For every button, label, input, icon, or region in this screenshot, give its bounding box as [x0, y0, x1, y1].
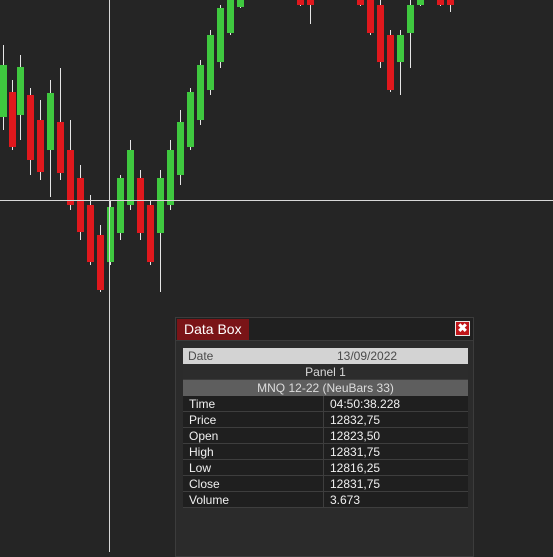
field-row-open: Open 12823,50: [183, 428, 468, 444]
date-label: Date: [188, 349, 214, 363]
field-row-price: Price 12832,75: [183, 412, 468, 428]
candle-down: [77, 178, 84, 232]
candle-down: [387, 35, 394, 90]
candle-down: [137, 178, 144, 233]
candle-up: [397, 35, 404, 62]
field-row-low: Low 12816,25: [183, 460, 468, 476]
field-label: Open: [183, 428, 324, 443]
candle-up: [197, 65, 204, 120]
panel-label: Panel 1: [305, 365, 346, 379]
field-row-close: Close 12831,75: [183, 476, 468, 492]
candle-up: [167, 150, 174, 205]
close-icon[interactable]: ✖: [455, 321, 470, 336]
candle-down: [37, 120, 44, 172]
data-box-header[interactable]: Data Box ✖: [176, 318, 473, 341]
candle-up: [417, 0, 424, 5]
candle-up: [207, 35, 214, 90]
field-value: 04:50:38.228: [330, 397, 401, 411]
candle-up: [127, 150, 134, 205]
candle-up: [217, 8, 224, 62]
data-box-title[interactable]: Data Box: [177, 319, 249, 340]
candle-down: [357, 0, 364, 5]
field-row-time: Time 04:50:38.228: [183, 396, 468, 412]
field-value: 12823,50: [330, 429, 381, 443]
candle-down: [367, 0, 374, 33]
candle-down: [307, 0, 314, 5]
crosshair-horizontal: [0, 200, 553, 201]
candle-down: [377, 5, 384, 62]
candle-up: [187, 92, 194, 147]
field-label: Low: [183, 460, 324, 475]
candle-up: [17, 67, 24, 115]
field-row-volume: Volume 3.673: [183, 492, 468, 508]
candle-down: [97, 235, 104, 290]
series-row: MNQ 12-22 (NeuBars 33): [183, 380, 468, 396]
field-row-high: High 12831,75: [183, 444, 468, 460]
date-row: Date 13/09/2022: [183, 348, 468, 364]
field-value: 12816,25: [330, 461, 381, 475]
field-value: 12832,75: [330, 413, 381, 427]
field-label: Volume: [183, 492, 324, 507]
candle-up: [47, 93, 54, 150]
field-value: 12831,75: [330, 445, 381, 459]
candle-down: [57, 122, 64, 173]
crosshair-vertical: [109, 0, 110, 552]
field-value: 12831,75: [330, 477, 381, 491]
candle-up: [117, 178, 124, 233]
candle-down: [27, 95, 34, 160]
candle-down: [437, 0, 444, 5]
candle-up: [157, 178, 164, 233]
data-box-table: Date 13/09/2022 Panel 1 MNQ 12-22 (NeuBa…: [183, 348, 468, 508]
candle-up: [177, 122, 184, 175]
date-value: 13/09/2022: [337, 349, 398, 363]
series-label: MNQ 12-22 (NeuBars 33): [257, 381, 394, 395]
field-label: Time: [183, 396, 324, 411]
field-label: High: [183, 444, 324, 459]
field-label: Close: [183, 476, 324, 491]
candle-down: [67, 150, 74, 205]
candle-down: [9, 92, 16, 147]
candle-up: [407, 5, 414, 33]
candle-up: [237, 0, 244, 7]
candle-up: [227, 0, 234, 33]
candle-down: [447, 0, 454, 5]
data-box-window[interactable]: Data Box ✖ Date 13/09/2022 Panel 1 MNQ 1…: [175, 317, 474, 557]
field-value: 3.673: [330, 493, 361, 507]
candle-down: [87, 205, 94, 262]
panel-row: Panel 1: [183, 364, 468, 380]
candle-up: [0, 65, 7, 117]
candle-down: [297, 0, 304, 5]
candle-down: [147, 205, 154, 262]
field-label: Price: [183, 412, 324, 427]
